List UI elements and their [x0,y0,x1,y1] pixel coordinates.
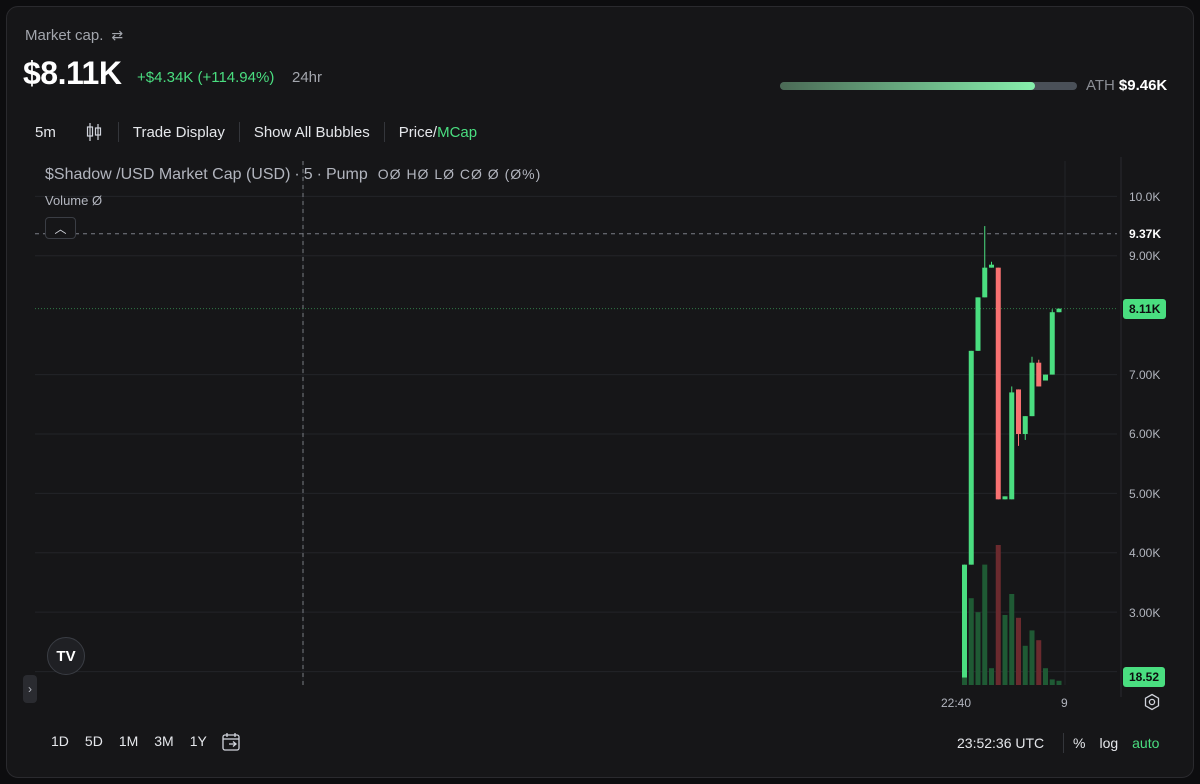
log-scale-button[interactable]: log [1099,735,1118,751]
candle-body [995,267,1001,500]
volume-bar [982,564,988,685]
legend-source: Pump [325,166,368,183]
chart-legend: $Shadow /USD Market Cap (USD) · 5 · Pump… [45,166,541,184]
bottom-divider [1063,733,1064,753]
tradingview-logo[interactable]: TV [47,637,85,675]
candle-body [1009,392,1015,500]
range-3m-button[interactable]: 3M [146,733,181,749]
x-tick-label: 22:40 [941,696,972,710]
volume-bar [1009,594,1015,685]
volume-bar [968,598,974,685]
candle-body [1016,389,1021,434]
legend-separator: · [294,166,300,183]
calendar-goto-icon[interactable] [221,731,243,753]
candlestick-icon[interactable] [70,115,118,149]
range-1d-button[interactable]: 1D [43,733,77,749]
volume-bar [1029,630,1035,685]
volume-bar [1036,640,1042,685]
volume-tag: 18.52 [1123,667,1166,687]
chart-toolbar: 5m Trade Display Show All Bubbles Price/… [21,115,491,149]
mcap-label: MCap [437,123,478,141]
interval-button[interactable]: 5m [21,115,70,149]
volume-bar [1056,680,1062,685]
percent-scale-button[interactable]: % [1073,735,1085,751]
scale-buttons: % log auto [1073,735,1159,751]
volume-legend: Volume Ø [45,193,103,208]
y-tick-label: 3.00K [1129,605,1161,620]
market-cap-label-row: Market cap. ⇄ [25,27,123,44]
range-1m-button[interactable]: 1M [111,733,146,749]
candle-body [1029,362,1035,417]
volume-bar [1002,615,1008,685]
volume-bar [995,545,1001,685]
volume-bar [1049,679,1055,685]
candle-body [1043,374,1048,381]
legend-title: $Shadow /USD Market Cap (USD) [45,166,291,183]
volume-bar [989,668,994,685]
candle-body [1049,312,1055,375]
y-tick-label: 10.0K [1129,189,1161,204]
swap-arrows-icon[interactable]: ⇄ [111,27,123,44]
show-bubbles-button[interactable]: Show All Bubbles [240,115,384,149]
candle-body [968,350,974,565]
range-5d-button[interactable]: 5D [77,733,111,749]
legend-ohlc: OØ HØ LØ CØ Ø (Ø%) [377,166,542,182]
utc-clock[interactable]: 23:52:36 UTC [957,735,1044,751]
y-tick-label: 9.00K [1129,249,1161,264]
ath-progress-bar [780,82,1077,90]
range-buttons: 1D 5D 1M 3M 1Y [43,733,215,749]
candle-body [962,564,967,678]
volume-bar [1043,668,1048,685]
candle-body [1022,416,1028,434]
volume-bar [1016,617,1021,685]
auto-scale-button[interactable]: auto [1132,735,1159,751]
legend-interval: 5 [303,166,313,183]
chevron-up-icon[interactable]: ︿ [45,217,76,239]
range-1y-button[interactable]: 1Y [182,733,215,749]
ath-progress-fill [780,82,1035,90]
price-mcap-toggle[interactable]: Price/MCap [385,115,491,149]
ath-label: ATH [1086,77,1115,94]
trade-display-button[interactable]: Trade Display [119,115,239,149]
candle-body [989,264,994,268]
ath-value: $9.46K [1118,77,1168,94]
market-cap-value: $8.11K [23,55,122,91]
candle-body [982,267,988,298]
legend-separator: · [316,166,322,183]
market-cap-label: Market cap. [25,27,104,44]
market-cap-change: +$4.34K (+114.94%) [137,69,275,86]
ath-indicator: ATH $9.46K [1086,77,1167,94]
bottom-bar: 1D 5D 1M 3M 1Y 23:52:36 UTC % log auto [7,723,1193,763]
x-tick-label: 9 [1061,696,1068,710]
price-label: Price/ [398,123,438,141]
gear-icon[interactable] [1143,693,1161,711]
volume-bar [1022,645,1028,685]
candle-body [1002,496,1008,500]
y-tick-label: 7.00K [1129,368,1161,383]
change-period: 24hr [292,69,323,86]
candle-body [1036,362,1042,387]
crosshair-price-tag: 9.37K [1123,223,1168,244]
last-price-tag: 8.11K [1123,298,1167,319]
y-tick-label: 5.00K [1129,486,1161,501]
y-tick-label: 6.00K [1129,427,1161,442]
volume-bar [975,612,981,685]
chart-canvas[interactable] [7,157,1194,697]
y-tick-label: 4.00K [1129,546,1161,561]
market-cap-panel: Market cap. ⇄ $8.11K +$4.34K (+114.94%) … [6,6,1194,778]
chevron-right-icon[interactable]: › [23,675,37,703]
candle-body [975,297,981,351]
candle-body [1056,308,1062,313]
